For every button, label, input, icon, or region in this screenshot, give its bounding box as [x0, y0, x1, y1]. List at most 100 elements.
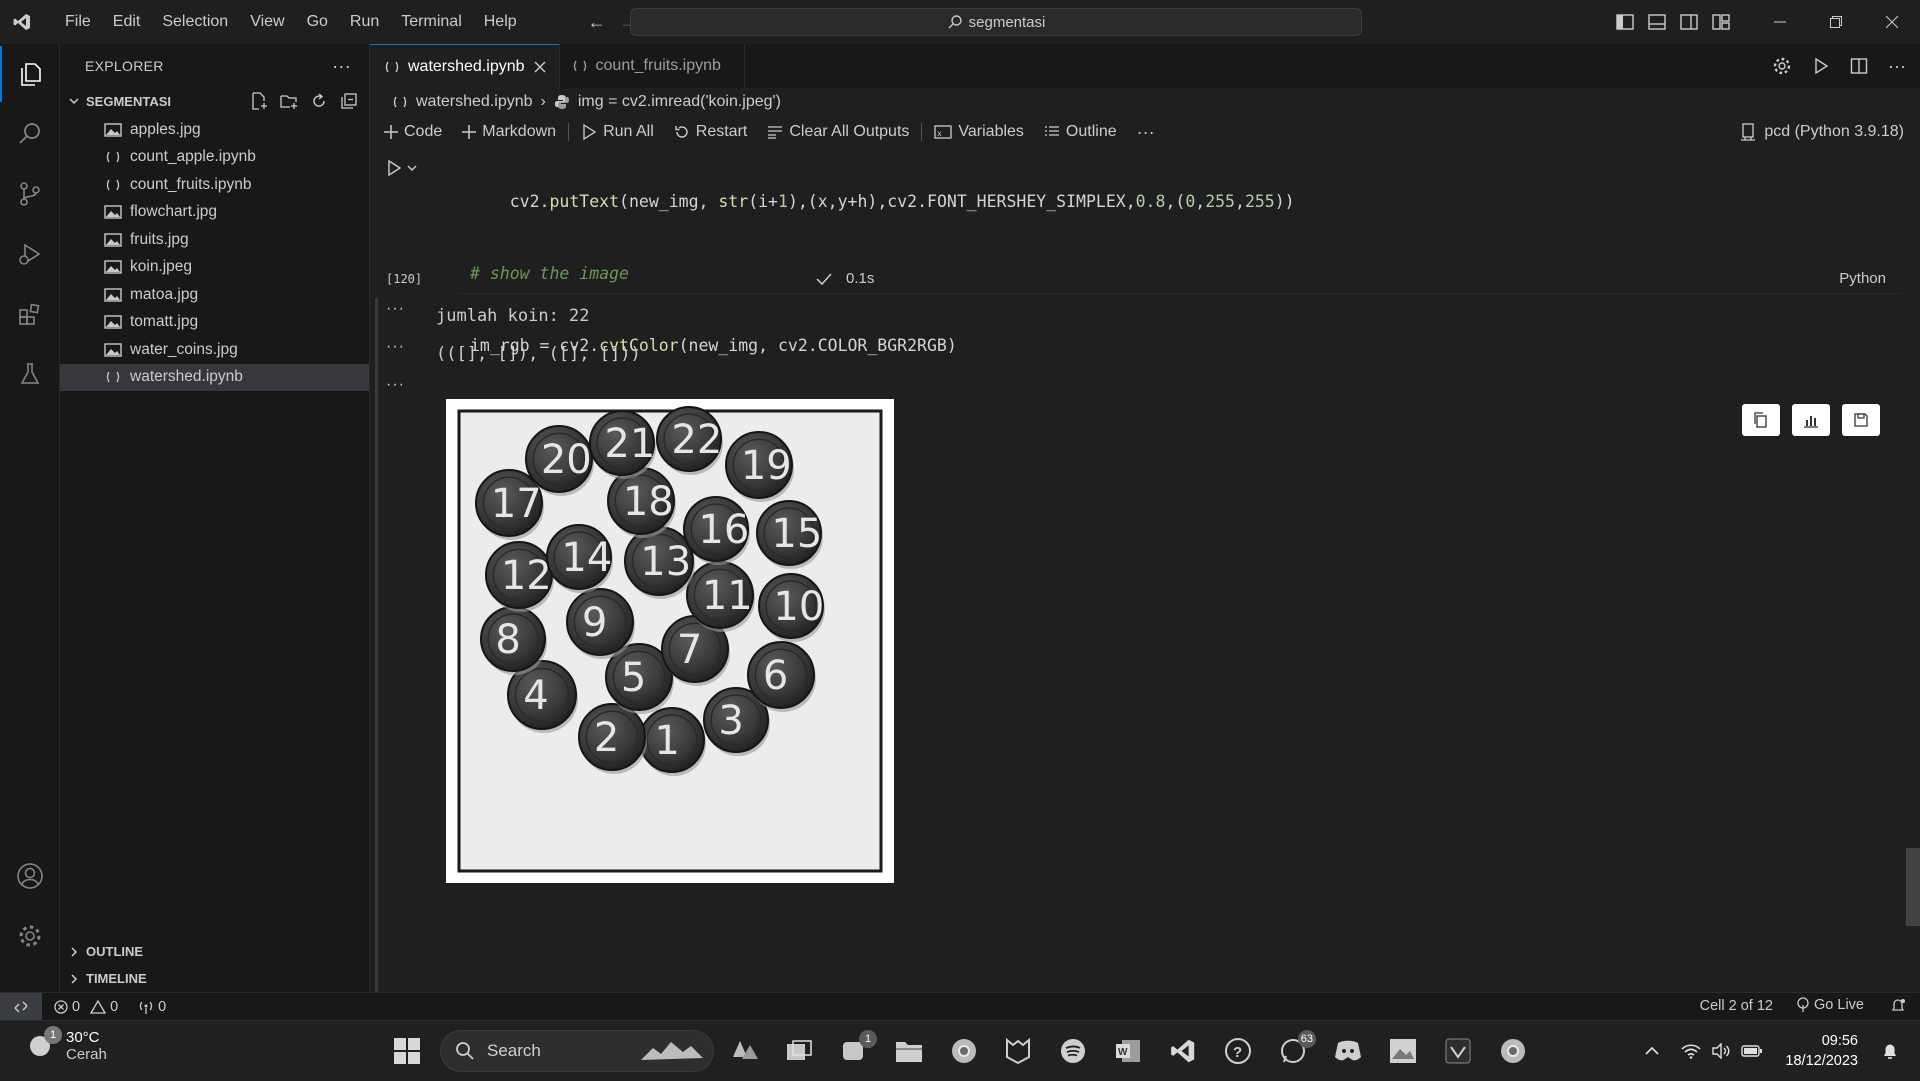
more-actions-icon[interactable]: ···	[1137, 122, 1155, 143]
timeline-section[interactable]: TIMELINE	[60, 965, 370, 992]
clock[interactable]: 09:56 18/12/2023	[1785, 1031, 1858, 1071]
new-folder-icon[interactable]	[279, 91, 299, 111]
shield-app-icon[interactable]	[999, 1032, 1037, 1070]
search-activity-icon[interactable]	[0, 106, 60, 162]
execute-cell-icon[interactable]	[386, 160, 402, 176]
run-play-icon[interactable]	[1812, 57, 1830, 75]
testing-flask-icon[interactable]	[0, 346, 60, 402]
whatsapp-icon[interactable]: 63	[1274, 1030, 1316, 1070]
notification-bell-icon[interactable]	[1882, 1042, 1898, 1060]
chrome-icon[interactable]	[1494, 1032, 1532, 1070]
customize-layout-icon[interactable]	[1712, 14, 1730, 30]
file-item[interactable]: flowchart.jpg	[60, 199, 369, 227]
toggle-primary-sidebar-icon[interactable]	[1616, 14, 1634, 30]
file-item[interactable]: water_coins.jpg	[60, 336, 369, 364]
remote-icon[interactable]	[0, 992, 42, 1021]
weather-widget[interactable]: 1 30°C Cerah	[24, 1026, 107, 1063]
ports-indicator[interactable]: 0	[138, 999, 166, 1015]
collapse-all-icon[interactable]	[339, 91, 359, 111]
file-item[interactable]: fruits.jpg	[60, 226, 369, 254]
refresh-icon[interactable]	[309, 91, 329, 111]
taskbar-search[interactable]: Search	[440, 1030, 714, 1072]
menu-go[interactable]: Go	[296, 13, 339, 31]
close-window-button[interactable]	[1864, 0, 1920, 44]
breadcrumb-symbol[interactable]: img = cv2.imread('koin.jpeg')	[578, 93, 781, 111]
wifi-icon[interactable]	[1681, 1043, 1701, 1059]
battery-icon[interactable]	[1741, 1044, 1763, 1058]
more-actions-icon[interactable]: ···	[1888, 56, 1906, 77]
add-markdown-button[interactable]: Markdown	[462, 123, 556, 141]
run-debug-icon[interactable]	[0, 226, 60, 282]
menu-view[interactable]: View	[239, 13, 295, 31]
variables-button[interactable]: x Variables	[934, 123, 1024, 141]
start-windows-icon[interactable]	[388, 1032, 426, 1070]
word-icon[interactable]: W	[1109, 1032, 1147, 1070]
chevron-down-icon[interactable]	[406, 162, 418, 174]
go-live-button[interactable]: Go Live	[1796, 997, 1864, 1013]
widgets-pre-icon[interactable]	[726, 1032, 764, 1070]
toggle-secondary-sidebar-icon[interactable]	[1680, 14, 1698, 30]
back-arrow-icon[interactable]: ←	[588, 12, 606, 33]
chevron-up-icon[interactable]	[1645, 1046, 1659, 1056]
toggle-panel-icon[interactable]	[1648, 14, 1666, 30]
menu-help[interactable]: Help	[473, 13, 528, 31]
problems-indicator[interactable]: 0 0	[54, 999, 118, 1015]
open-plot-viewer-button[interactable]	[1792, 404, 1830, 436]
output-more-icon[interactable]: ···	[386, 376, 405, 394]
menu-run[interactable]: Run	[339, 13, 390, 31]
teams-chat-icon[interactable]: 1	[835, 1030, 877, 1070]
chrome-icon[interactable]	[945, 1032, 983, 1070]
outline-section[interactable]: OUTLINE	[60, 938, 370, 965]
scrollbar-thumb[interactable]	[1906, 848, 1920, 926]
file-item[interactable]: tomatt.jpg	[60, 309, 369, 337]
file-item[interactable]: count_apple.ipynb	[60, 144, 369, 172]
file-item[interactable]: matoa.jpg	[60, 281, 369, 309]
explorer-icon[interactable]	[0, 46, 60, 102]
file-item[interactable]: apples.jpg	[60, 116, 369, 144]
menu-selection[interactable]: Selection	[151, 13, 239, 31]
close-tab-icon[interactable]	[533, 60, 547, 74]
extensions-icon[interactable]	[0, 286, 60, 342]
tab-watershed[interactable]: watershed.ipynb	[370, 44, 560, 88]
source-control-icon[interactable]	[0, 166, 60, 222]
help-app-icon[interactable]: ?	[1219, 1032, 1257, 1070]
cell-language[interactable]: Python	[1839, 270, 1886, 287]
spotify-icon[interactable]	[1054, 1032, 1092, 1070]
copy-output-button[interactable]	[1742, 404, 1780, 436]
discord-icon[interactable]	[1329, 1032, 1367, 1070]
minimize-button[interactable]	[1752, 0, 1808, 44]
restart-button[interactable]: Restart	[674, 123, 747, 141]
output-more-icon[interactable]: ···	[386, 338, 405, 356]
tab-count-fruits[interactable]: count_fruits.ipynb	[560, 44, 745, 88]
file-item[interactable]: koin.jpeg	[60, 254, 369, 282]
clear-outputs-button[interactable]: Clear All Outputs	[767, 123, 909, 141]
check-app-icon[interactable]	[1439, 1032, 1477, 1070]
output-more-icon[interactable]: ···	[386, 300, 405, 318]
account-icon[interactable]	[0, 848, 60, 904]
volume-icon[interactable]	[1711, 1043, 1731, 1059]
run-all-button[interactable]: Run All	[581, 123, 654, 141]
folder-header[interactable]: SEGMENTASI	[60, 88, 369, 114]
settings-gear-icon[interactable]	[1772, 56, 1792, 76]
save-output-button[interactable]	[1842, 404, 1880, 436]
image-app-icon[interactable]	[1384, 1032, 1422, 1070]
menu-file[interactable]: File	[54, 13, 102, 31]
more-actions-icon[interactable]: ···	[332, 56, 351, 77]
add-code-button[interactable]: Code	[384, 123, 442, 141]
file-explorer-icon[interactable]	[890, 1032, 928, 1070]
vscode-taskbar-icon[interactable]	[1164, 1032, 1202, 1070]
outline-button[interactable]: Outline	[1044, 123, 1117, 141]
menu-edit[interactable]: Edit	[102, 13, 152, 31]
cell-position[interactable]: Cell 2 of 12	[1700, 998, 1773, 1014]
file-item[interactable]: watershed.ipynb	[60, 363, 369, 391]
menu-terminal[interactable]: Terminal	[390, 13, 472, 31]
file-item[interactable]: count_fruits.ipynb	[60, 171, 369, 199]
restore-button[interactable]	[1808, 0, 1864, 44]
new-file-icon[interactable]	[249, 91, 269, 111]
command-center-search[interactable]: segmentasi	[630, 8, 1362, 36]
task-view-icon[interactable]	[780, 1032, 818, 1070]
notifications-bell-icon[interactable]	[1890, 998, 1906, 1014]
split-editor-icon[interactable]	[1850, 57, 1868, 75]
manage-gear-icon[interactable]	[0, 908, 60, 964]
code-cell[interactable]: cv2.putText(new_img, str(i+1),(x,y+h),cv…	[460, 148, 1900, 499]
